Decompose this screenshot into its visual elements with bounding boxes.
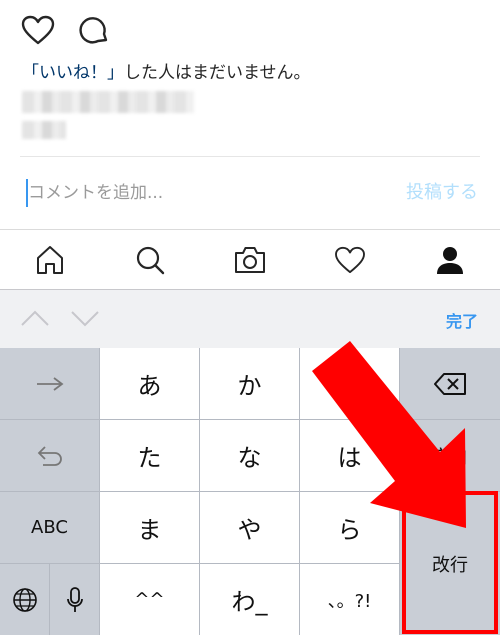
undo-icon (37, 445, 62, 466)
key-backspace[interactable] (400, 348, 500, 419)
post-button[interactable]: 投稿する (406, 179, 478, 207)
tab-search[interactable] (100, 230, 200, 289)
profile-icon (437, 246, 463, 274)
key-ra[interactable]: ら (300, 492, 399, 563)
key-na[interactable]: な (200, 420, 299, 491)
likes-status: 「いいね！」した人はまだいません。 (22, 58, 311, 83)
key-ka[interactable]: か (200, 348, 299, 419)
done-button[interactable]: 完了 (446, 308, 478, 332)
key-wa[interactable]: わ_ (200, 564, 299, 635)
tab-home[interactable] (0, 230, 100, 289)
key-a[interactable]: あ (100, 348, 199, 419)
likes-suffix: した人はまだいません。 (124, 63, 311, 83)
chevron-down-icon[interactable] (70, 306, 100, 330)
microphone-icon (66, 586, 83, 612)
home-icon (37, 245, 63, 274)
key-emoticon[interactable]: ^^ (100, 564, 199, 635)
key-return[interactable]: 改行 (400, 492, 500, 635)
backspace-icon (434, 372, 466, 395)
tab-bar (0, 230, 500, 289)
tab-camera[interactable] (200, 230, 300, 289)
key-ma[interactable]: ま (100, 492, 199, 563)
key-next-candidate[interactable] (0, 348, 99, 419)
globe-icon (12, 587, 37, 612)
like-heart-icon[interactable] (20, 12, 56, 48)
key-ta[interactable]: た (100, 420, 199, 491)
key-ya[interactable]: や (200, 492, 299, 563)
search-icon (136, 246, 165, 274)
key-punctuation[interactable]: 、。?! (300, 564, 399, 635)
key-ha[interactable]: は (300, 420, 399, 491)
key-abc[interactable]: ABC (0, 492, 99, 563)
blurred-timestamp (22, 121, 66, 139)
key-globe[interactable] (0, 564, 49, 635)
camera-icon (235, 246, 265, 273)
comment-input[interactable] (26, 179, 326, 207)
keyboard: あ か さ た な は 空白 ABC ま や ら 改行 ^^ わ_ 、。?! (0, 348, 500, 635)
comment-row: 投稿する (0, 157, 500, 229)
chevron-up-icon[interactable] (20, 306, 50, 330)
arrow-right-icon (36, 376, 63, 391)
key-space[interactable]: 空白 (400, 420, 500, 491)
likes-link[interactable]: 「いいね！」 (22, 63, 124, 83)
tab-profile[interactable] (400, 230, 500, 289)
blurred-caption (22, 91, 194, 113)
text-caret (26, 179, 28, 207)
tab-activity[interactable] (300, 230, 400, 289)
comment-bubble-icon[interactable] (76, 12, 112, 48)
post-actions (20, 12, 112, 48)
key-dictation[interactable] (50, 564, 99, 635)
key-sa[interactable]: さ (300, 348, 399, 419)
keyboard-accessory-bar: 完了 (0, 289, 500, 348)
key-undo[interactable] (0, 420, 99, 491)
heart-icon (335, 246, 365, 273)
